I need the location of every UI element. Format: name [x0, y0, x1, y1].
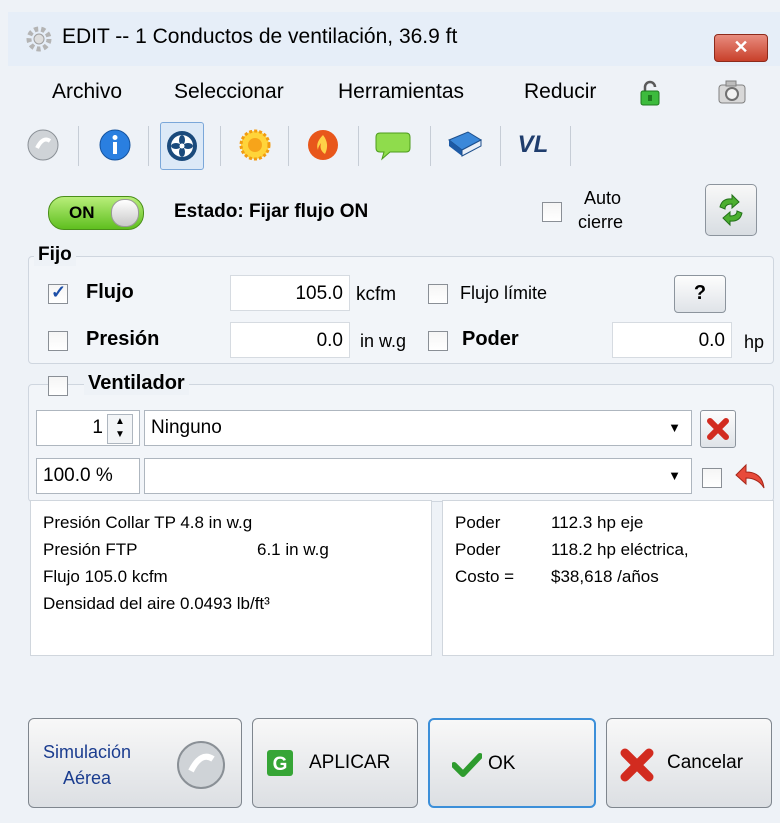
book-icon[interactable] — [444, 122, 486, 168]
fan-icon[interactable] — [160, 122, 204, 170]
fijo-legend: Fijo — [34, 244, 76, 266]
menu-seleccionar[interactable]: Seleccionar — [174, 80, 284, 104]
toolbar-separator — [220, 126, 221, 166]
flujo-label: Flujo — [86, 281, 134, 303]
poder-checkbox[interactable] — [428, 331, 448, 351]
toolbar-separator — [500, 126, 501, 166]
speech-bubble-icon[interactable] — [372, 122, 414, 168]
toolbar: VL — [8, 118, 780, 174]
toolbar-separator — [288, 126, 289, 166]
help-button[interactable]: ? — [674, 275, 726, 313]
toolbar-separator — [148, 126, 149, 166]
menu-archivo[interactable]: Archivo — [52, 80, 122, 104]
toggle-label: ON — [69, 203, 95, 222]
poder-input[interactable]: 0.0 — [612, 322, 732, 358]
cost-value: $38,618 /años — [551, 567, 659, 586]
result-line-ftp-value: 6.1 in w.g — [257, 540, 329, 559]
refresh-button[interactable] — [705, 184, 757, 236]
presion-unit: in w.g — [360, 331, 407, 351]
svg-text:G: G — [273, 754, 288, 775]
apply-g-icon: G — [267, 750, 293, 776]
flujo-limite-label: Flujo límite — [460, 283, 548, 303]
fan-option-checkbox[interactable] — [702, 468, 722, 488]
ok-button[interactable]: OK — [428, 718, 596, 808]
presion-label: Presión — [86, 328, 160, 350]
power-results-panel: Poder 112.3 hp eje Poder 118.2 hp eléctr… — [442, 500, 774, 656]
camera-icon[interactable] — [718, 80, 746, 104]
window-title: EDIT -- 1 Conductos de ventilación, 36.9… — [62, 25, 458, 48]
percent-field[interactable]: 100.0 % — [36, 458, 140, 494]
fan-count-stepper[interactable]: 1 ▲ ▼ — [36, 410, 140, 446]
result-line-densidad: Densidad del aire 0.0493 lb/ft³ — [43, 594, 270, 613]
close-button[interactable]: ✕ — [714, 34, 768, 62]
refresh-icon — [719, 193, 743, 227]
toolbar-separator — [430, 126, 431, 166]
estado-text: Estado: Fijar flujo ON — [174, 201, 369, 222]
result-line-ftp-label: Presión FTP — [43, 540, 138, 559]
on-off-toggle[interactable]: ON — [48, 196, 144, 230]
chevron-down-icon: ▼ — [668, 420, 681, 435]
result-line-collar: Presión Collar TP 4.8 in w.g — [43, 513, 253, 532]
aplicar-button[interactable]: G APLICAR — [252, 718, 418, 808]
title-bar[interactable]: EDIT -- 1 Conductos de ventilación, 36.9… — [8, 12, 780, 67]
flujo-input[interactable]: 105.0 — [230, 275, 350, 311]
flujo-unit: kcfm — [356, 284, 397, 305]
ventilador-checkbox[interactable] — [48, 376, 68, 396]
poder-unit: hp — [744, 332, 765, 352]
simulacion-aerea-button[interactable]: Simulación Aérea — [28, 718, 242, 808]
fan-curve-dropdown[interactable]: ▼ — [144, 458, 692, 494]
menu-herramientas[interactable]: Herramientas — [338, 80, 464, 104]
presion-input[interactable]: 0.0 — [230, 322, 350, 358]
red-x-icon — [707, 418, 729, 440]
result-line-flujo: Flujo 105.0 kcfm — [43, 567, 168, 586]
edit-dialog: EDIT -- 1 Conductos de ventilación, 36.9… — [0, 0, 780, 823]
menu-bar: Archivo Seleccionar Herramientas Reducir — [8, 66, 780, 122]
toolbar-separator — [358, 126, 359, 166]
simulation-icon — [177, 741, 225, 789]
sun-icon[interactable] — [234, 122, 276, 168]
menu-reducir[interactable]: Reducir — [524, 80, 596, 104]
chevron-down-icon: ▼ — [668, 468, 681, 483]
fan-model-dropdown[interactable]: Ninguno ▼ — [144, 410, 692, 446]
presion-checkbox[interactable] — [48, 331, 68, 351]
flujo-limite-checkbox[interactable] — [428, 284, 448, 304]
power-label-2: Poder — [455, 540, 501, 559]
spinner-arrows-icon[interactable]: ▲ ▼ — [107, 414, 133, 444]
auto-cierre-checkbox[interactable] — [542, 202, 562, 222]
cancelar-button[interactable]: Cancelar — [606, 718, 772, 808]
auto-cierre-label: Auto cierre — [578, 188, 624, 232]
red-x-icon — [620, 748, 654, 782]
simulation-icon[interactable] — [22, 122, 64, 168]
vl-logo-icon[interactable]: VL — [512, 122, 554, 168]
power-label-1: Poder — [455, 513, 501, 532]
fire-icon[interactable] — [302, 122, 344, 168]
poder-label: Poder — [462, 328, 519, 350]
checkmark-icon — [452, 753, 482, 777]
delete-fan-button[interactable] — [700, 410, 736, 448]
toolbar-separator — [570, 126, 571, 166]
pressure-results-panel: Presión Collar TP 4.8 in w.g Presión FTP… — [30, 500, 432, 656]
toolbar-separator — [78, 126, 79, 166]
ventilador-legend: Ventilador — [84, 372, 189, 395]
info-icon[interactable] — [94, 122, 136, 168]
toggle-knob — [111, 199, 139, 227]
flujo-checkbox[interactable] — [48, 282, 68, 304]
cost-label: Costo = — [455, 567, 515, 586]
power-value-1: 112.3 hp eje — [551, 513, 644, 532]
power-value-2: 118.2 hp eléctrica, — [551, 540, 689, 559]
undo-arrow-icon[interactable] — [734, 462, 768, 492]
gear-icon — [26, 26, 52, 52]
lock-icon[interactable] — [640, 80, 660, 106]
